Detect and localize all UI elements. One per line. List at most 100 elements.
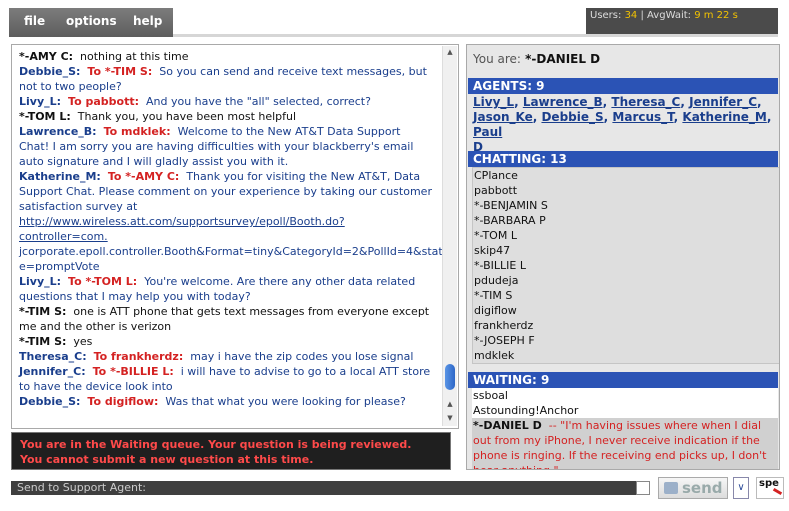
- chatting-user[interactable]: *-TIM S: [473, 288, 779, 303]
- chatting-user[interactable]: skip47: [473, 243, 779, 258]
- agent-link[interactable]: Marcus_T: [612, 110, 673, 124]
- waiting-header: WAITING: 9: [468, 372, 778, 388]
- message-sender[interactable]: Theresa_C:: [19, 350, 87, 363]
- message-sender[interactable]: *-TIM S:: [19, 305, 66, 318]
- agent-link[interactable]: Katherine_M: [682, 110, 766, 124]
- avgwait-label: AvgWait:: [647, 10, 692, 21]
- agent-link[interactable]: Debbie_S: [541, 110, 603, 124]
- agent-link[interactable]: Theresa_C: [611, 95, 680, 109]
- message-recipient: To frankherdz:: [93, 350, 184, 363]
- chatting-user[interactable]: *-TOM L: [473, 228, 779, 243]
- message-text: nothing at this time: [80, 50, 189, 63]
- chatting-user[interactable]: pabbott: [473, 183, 779, 198]
- chat-message: *-TOM L: Thank you, you have been most h…: [19, 109, 433, 124]
- agent-link[interactable]: Jennifer_C: [689, 95, 757, 109]
- message-sender[interactable]: *-AMY C:: [19, 50, 73, 63]
- chatting-user[interactable]: *-JOSEPH F: [473, 333, 779, 348]
- agent-link[interactable]: Lawrence_B: [523, 95, 603, 109]
- message-recipient: To *-TIM S:: [87, 65, 153, 78]
- message-recipient: To mdklek:: [103, 125, 171, 138]
- menu-file[interactable]: file: [24, 14, 45, 28]
- survey-link[interactable]: http://www.wireless.att.com/supportsurve…: [19, 215, 345, 243]
- current-user-name: *-DANIEL D: [525, 52, 601, 66]
- message-sender[interactable]: *-TOM L:: [19, 110, 71, 123]
- queue-status-text: You are in the Waiting queue. Your quest…: [20, 437, 411, 467]
- menu-help[interactable]: help: [133, 14, 162, 28]
- send-button[interactable]: send: [658, 477, 728, 499]
- agents-list: Livy_L, Lawrence_B, Theresa_C, Jennifer_…: [473, 95, 772, 154]
- send-to-agent-field[interactable]: Send to Support Agent:: [11, 481, 647, 495]
- message-text: may i have the zip codes you lose signal: [190, 350, 414, 363]
- users-label: Users:: [590, 10, 622, 21]
- send-checkbox[interactable]: [636, 481, 650, 495]
- message-icon: [664, 482, 678, 494]
- chatting-user[interactable]: mdklek: [473, 348, 779, 363]
- chatting-user[interactable]: digiflow: [473, 303, 779, 318]
- chat-transcript[interactable]: *-AMY C: nothing at this time Debbie_S: T…: [11, 44, 459, 429]
- message-text: Thank you, you have been most helpful: [77, 110, 297, 123]
- chat-message: Jennifer_C: To *-BILLIE L: i will have t…: [19, 364, 433, 394]
- message-sender[interactable]: Debbie_S:: [19, 65, 80, 78]
- message-recipient: To *-TOM L:: [68, 275, 138, 288]
- chatting-user[interactable]: CPlance: [473, 168, 779, 183]
- message-sender[interactable]: Jennifer_C:: [19, 365, 86, 378]
- chat-message: *-AMY C: nothing at this time: [19, 49, 433, 64]
- main-menu: file options help: [9, 8, 173, 37]
- stats-box: Users: 34 | AvgWait: 9 m 22 s: [586, 8, 778, 37]
- menu-options[interactable]: options: [66, 14, 117, 28]
- chat-scrollbar[interactable]: ▲ ▲ ▼: [442, 46, 457, 426]
- chat-message: Debbie_S: To *-TIM S: So you can send an…: [19, 64, 433, 94]
- users-count: 34: [624, 10, 638, 21]
- message-sender[interactable]: Katherine_M:: [19, 170, 101, 183]
- current-user: You are: *-DANIEL D: [473, 52, 600, 66]
- chatting-user[interactable]: frankherdz: [473, 318, 779, 333]
- chatting-user[interactable]: *-BENJAMIN S: [473, 198, 779, 213]
- waiting-user-self[interactable]: *-DANIEL D -- "I'm having issues where w…: [472, 418, 778, 469]
- agents-header: AGENTS: 9: [468, 78, 778, 94]
- message-text: Was that what you were looking for pleas…: [165, 395, 406, 408]
- top-bar: file options help Users: 34 | AvgWait: 9…: [0, 0, 789, 37]
- scroll-up-icon[interactable]: ▲: [445, 46, 455, 58]
- chat-message: Livy_L: To pabbott: And you have the "al…: [19, 94, 433, 109]
- chatting-user[interactable]: *-BARBARA P: [473, 213, 779, 228]
- chat-message: Katherine_M: To *-AMY C: Thank you for v…: [19, 169, 443, 274]
- you-are-label: You are:: [473, 52, 521, 66]
- queue-stats: Users: 34 | AvgWait: 9 m 22 s: [590, 10, 738, 21]
- message-sender[interactable]: Livy_L:: [19, 95, 61, 108]
- chat-message: *-TIM S: yes: [19, 334, 433, 349]
- waiting-user[interactable]: ssboal: [472, 388, 778, 403]
- message-text: So you can send and receive text message…: [19, 65, 427, 93]
- status-line: You cannot submit a new question at this…: [20, 453, 314, 466]
- chat-message: *-TIM S: one is ATT phone that gets text…: [19, 304, 433, 334]
- message-text: And you have the "all" selected, correct…: [145, 95, 371, 108]
- chatting-list: CPlance pabbott *-BENJAMIN S *-BARBARA P *-T…: [472, 167, 779, 364]
- status-line: You are in the Waiting queue. Your quest…: [20, 438, 412, 451]
- stats-separator: |: [640, 10, 644, 21]
- agent-link[interactable]: Paul: [473, 125, 502, 139]
- message-text: one is ATT phone that gets text messages…: [19, 305, 430, 333]
- scroll-thumb[interactable]: [445, 364, 455, 390]
- agent-link[interactable]: Jason_Ke: [473, 110, 533, 124]
- scroll-down-icon[interactable]: ▼: [445, 412, 455, 424]
- message-sender[interactable]: *-TIM S:: [19, 335, 66, 348]
- message-sender[interactable]: Livy_L:: [19, 275, 61, 288]
- chatting-header: CHATTING: 13: [468, 151, 778, 167]
- message-text: jcorporate.epoll.controller.Booth&Format…: [19, 245, 443, 273]
- agent-link[interactable]: Livy_L: [473, 95, 514, 109]
- message-sender[interactable]: Lawrence_B:: [19, 125, 97, 138]
- spell-check-button[interactable]: spe: [756, 477, 784, 499]
- message-recipient: To pabbott:: [68, 95, 139, 108]
- message-recipient: To digiflow:: [87, 395, 159, 408]
- chatting-user[interactable]: *-BILLIE L: [473, 258, 779, 273]
- avgwait-value: 9 m 22 s: [694, 10, 738, 21]
- chat-message: Debbie_S: To digiflow: Was that what you…: [19, 394, 433, 409]
- top-divider: [173, 34, 778, 37]
- spell-check-icon: [772, 487, 783, 496]
- waiting-user[interactable]: Astounding!Anchor: [472, 403, 778, 418]
- chatting-user[interactable]: pdudeja: [473, 273, 779, 288]
- message-recipient: To *-AMY C:: [107, 170, 180, 183]
- message-sender[interactable]: Debbie_S:: [19, 395, 80, 408]
- chevron-down-icon[interactable]: ∨: [733, 477, 749, 499]
- scroll-down-icon[interactable]: ▲: [445, 398, 455, 410]
- queue-status-banner: You are in the Waiting queue. Your quest…: [11, 432, 451, 470]
